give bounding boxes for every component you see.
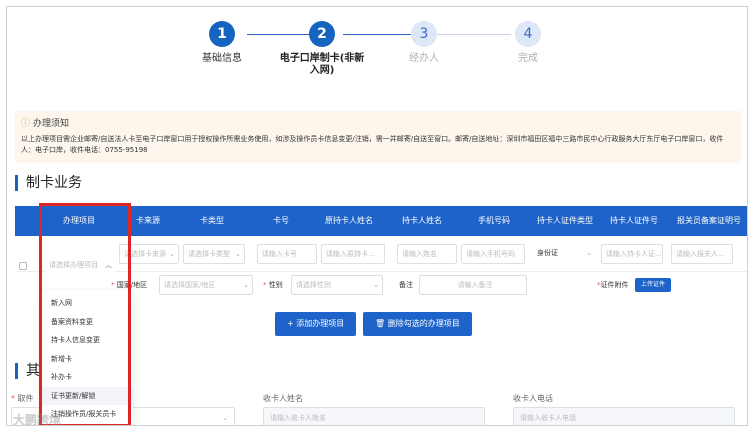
col-header: 原持卡人姓名 — [325, 216, 373, 225]
id-type-value: 身份证 — [537, 249, 558, 257]
card-type-select[interactable]: 请选择卡类型 ⌄ — [183, 244, 245, 264]
col-header: 持卡人姓名 — [402, 216, 442, 225]
highlight-annotation-box — [39, 203, 131, 425]
watermark-text: 大鹏跨境 — [13, 413, 62, 426]
notice-title-row: ⓘ 办理须知 — [21, 116, 735, 129]
card-number-input[interactable]: 请输入卡号 — [257, 244, 317, 264]
step-2-number: 2 — [309, 21, 335, 47]
progress-steps: 1 基础信息 2 电子口岸制卡(非新入网) 3 经办人 4 完成 — [7, 21, 747, 101]
col-header: 手机号码 — [478, 216, 510, 225]
section-title: 制卡业务 — [15, 175, 82, 191]
remark-input[interactable]: 请输入备注 — [419, 275, 527, 295]
chevron-down-icon: ⌄ — [235, 250, 241, 258]
step-3-label: 经办人 — [409, 53, 439, 64]
notice-title: 办理须知 — [33, 119, 70, 129]
country-placeholder: 请选择国家/地区 — [164, 281, 216, 289]
step-3-number: 3 — [411, 21, 437, 47]
step-4-number: 4 — [515, 21, 541, 47]
other-section-title: 其 — [15, 363, 40, 379]
gender-select[interactable]: 请选择性别 ⌄ — [291, 275, 383, 295]
receiver-name-input[interactable]: 请输入收卡人姓名 — [263, 407, 485, 425]
id-type-select[interactable]: 身份证 ⌄ — [533, 244, 595, 264]
chevron-down-icon: ⌄ — [373, 281, 379, 289]
notice-text: 以上办理项目需企业邮寄/自送法人卡至电子口岸窗口用于授权操作所需业务使用，如涉及… — [21, 135, 724, 154]
info-icon: ⓘ — [21, 119, 31, 129]
col-header: 卡号 — [273, 216, 289, 225]
upload-certificate-button[interactable]: 上传证件 — [635, 278, 672, 292]
remark-label: 备注 — [399, 281, 413, 289]
add-project-button[interactable]: + 添加办理项目 — [275, 312, 357, 336]
receiver-phone-label: 收卡人电话 — [513, 394, 553, 403]
step-1-number: 1 — [209, 21, 235, 47]
notice-box: ⓘ 办理须知 以上办理项目需企业邮寄/自送法人卡至电子口岸窗口用于授权操作所需业务… — [15, 111, 741, 163]
card-type-placeholder: 请选择卡类型 — [188, 250, 230, 258]
broker-cert-input[interactable]: 请输入报关人... — [671, 244, 733, 264]
country-select[interactable]: 请选择国家/地区 ⌄ — [159, 275, 253, 295]
gender-placeholder: 请选择性别 — [296, 281, 331, 289]
col-header: 持卡人证件类型 — [537, 216, 593, 225]
step-4-label: 完成 — [518, 53, 538, 64]
chevron-down-icon: ⌄ — [222, 414, 228, 422]
delete-selected-label: 删除勾选的办理项目 — [387, 319, 460, 328]
attachment-label: *证件附件 — [597, 281, 629, 289]
page-frame: 1 基础信息 2 电子口岸制卡(非新入网) 3 经办人 4 完成 ⓘ 办理须知 以… — [6, 6, 748, 426]
holder-name-input[interactable]: 请输入姓名 — [397, 244, 457, 264]
receiver-phone-input[interactable]: 请输入收卡人电话 — [513, 407, 735, 425]
step-3: 3 经办人 — [369, 21, 479, 65]
step-2-label: 电子口岸制卡(非新入网) — [279, 53, 365, 76]
gender-label: * 性别 — [263, 281, 283, 289]
receiver-name-label: 收卡人姓名 — [263, 394, 303, 403]
step-1-label: 基础信息 — [202, 53, 242, 64]
chevron-down-icon: ⌄ — [169, 250, 175, 258]
col-header: 卡类型 — [200, 216, 224, 225]
chevron-down-icon: ⌄ — [243, 281, 249, 289]
step-1: 1 基础信息 — [167, 21, 277, 65]
id-number-input[interactable]: 请输入持卡人证... — [601, 244, 663, 264]
chevron-down-icon: ⌄ — [586, 249, 592, 257]
step-4: 4 完成 — [473, 21, 583, 65]
pickup-label: * 取件 — [11, 394, 34, 403]
col-header: 报关员备案证明号 — [677, 216, 741, 225]
trash-icon: 🗑 — [375, 319, 386, 328]
step-2: 2 电子口岸制卡(非新入网) — [267, 21, 377, 77]
phone-input[interactable]: 请输入手机号码 — [461, 244, 525, 264]
col-header: 持卡人证件号 — [610, 216, 658, 225]
delete-selected-button[interactable]: 🗑 删除勾选的办理项目 — [363, 312, 472, 336]
original-holder-input[interactable]: 请输入原持卡... — [321, 244, 385, 264]
